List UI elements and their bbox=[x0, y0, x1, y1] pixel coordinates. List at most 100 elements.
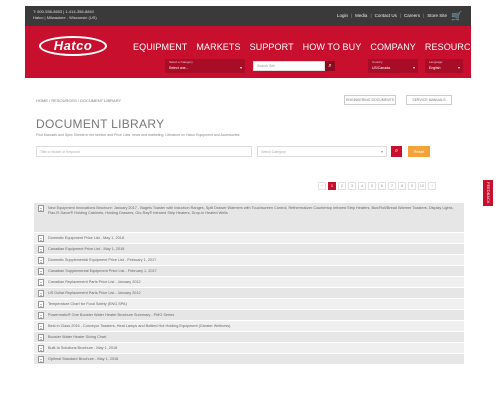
list-item[interactable]: Best in Class 2016 - Conveyor Toasters, … bbox=[34, 321, 464, 332]
search-icon: ⌕ bbox=[394, 148, 399, 154]
nav-resources[interactable]: RESOURCES bbox=[425, 42, 483, 52]
page-2[interactable]: 2 bbox=[338, 182, 346, 190]
document-icon bbox=[38, 356, 44, 363]
breadcrumb[interactable]: HOME / RESOURCES / DOCUMENT LIBRARY bbox=[36, 98, 121, 103]
nav-support[interactable]: SUPPORT bbox=[250, 42, 294, 52]
category-select-label: Select a Category bbox=[169, 60, 193, 64]
nav-markets[interactable]: MARKETS bbox=[196, 42, 240, 52]
document-title[interactable]: Built-In Solutions Brochure - May 1, 201… bbox=[48, 345, 460, 351]
list-item[interactable]: Powermatic® One Booster Water Heater Bro… bbox=[34, 310, 464, 321]
list-item[interactable]: Domestic Supplemental Equipment Price Li… bbox=[34, 255, 464, 266]
feedback-tab[interactable]: FEEDBACK bbox=[483, 180, 493, 206]
list-item[interactable]: Built-In Solutions Brochure - May 1, 201… bbox=[34, 343, 464, 354]
list-item[interactable]: US Dollar Replacement Parts Price List -… bbox=[34, 288, 464, 299]
list-item[interactable]: New Equipment Innovations Brochure: Janu… bbox=[34, 203, 464, 233]
page-3[interactable]: 3 bbox=[348, 182, 356, 190]
nav-equipment[interactable]: EQUIPMENT bbox=[133, 42, 187, 52]
document-icon bbox=[38, 290, 44, 297]
document-title[interactable]: Domestic Equipment Price List - May 1, 2… bbox=[48, 235, 460, 241]
page-6[interactable]: 6 bbox=[378, 182, 386, 190]
utility-links: Login | Media | Contact Us | Careers | Store… bbox=[336, 13, 447, 18]
chevron-down-icon: ▾ bbox=[412, 65, 415, 70]
page-10[interactable]: 10 bbox=[418, 182, 426, 190]
page-title: DOCUMENT LIBRARY bbox=[36, 117, 165, 131]
document-icon bbox=[38, 235, 44, 242]
site-search-input[interactable]: Search Site bbox=[253, 61, 325, 71]
document-icon bbox=[38, 323, 44, 330]
page-5[interactable]: 5 bbox=[368, 182, 376, 190]
nav-how-to-buy[interactable]: HOW TO BUY bbox=[303, 42, 362, 52]
document-title[interactable]: Best in Class 2016 - Conveyor Toasters, … bbox=[48, 323, 460, 329]
service-manuals-button[interactable]: SERVICE MANUALS bbox=[406, 95, 452, 105]
engineering-documents-button[interactable]: ENGINEERING DOCUMENTS bbox=[344, 95, 396, 105]
document-title[interactable]: Temperature Chart for Food Safety (ENG,S… bbox=[48, 301, 460, 307]
top-utility-bar: T: 800-558-8653 | 1-414-358-8840 Hatco |… bbox=[25, 6, 471, 26]
language-select-label: Language bbox=[429, 60, 443, 64]
page-8[interactable]: 8 bbox=[398, 182, 406, 190]
contact-line: Hatco | Milwaukee - Wisconsin (US) bbox=[33, 15, 97, 20]
language-select-value: English bbox=[429, 66, 441, 70]
document-icon bbox=[38, 312, 44, 319]
nav-company[interactable]: COMPANY bbox=[370, 42, 416, 52]
language-select[interactable]: Language English ▾ bbox=[425, 59, 463, 73]
document-title[interactable]: Powermatic® One Booster Water Heater Bro… bbox=[48, 312, 460, 318]
careers-link[interactable]: Careers bbox=[404, 13, 420, 18]
document-icon bbox=[38, 301, 44, 308]
cart-icon[interactable]: 🛒 bbox=[451, 11, 463, 21]
document-icon bbox=[38, 246, 44, 253]
chevron-down-icon: ▾ bbox=[457, 65, 460, 70]
pagination: ‹ 1 2 3 4 5 6 7 8 9 10 › bbox=[318, 182, 436, 190]
keyword-placeholder: Title or Model or Keyword bbox=[40, 150, 80, 154]
page-description: Find Manuals and Spec Sheets in the sect… bbox=[36, 133, 241, 137]
search-icon: ⌕ bbox=[328, 63, 332, 69]
category-filter-placeholder: Select Category bbox=[261, 150, 286, 154]
media-link[interactable]: Media bbox=[355, 13, 367, 18]
search-placeholder: Search Site bbox=[257, 64, 276, 68]
search-button[interactable]: ⌕ bbox=[325, 61, 335, 71]
document-title[interactable]: US Dollar Replacement Parts Price List -… bbox=[48, 290, 460, 296]
filter-search-button[interactable]: ⌕ bbox=[391, 146, 402, 157]
category-filter-select[interactable]: Select Category ▾ bbox=[257, 146, 387, 157]
list-item[interactable]: Domestic Equipment Price List - May 1, 2… bbox=[34, 233, 464, 244]
document-title[interactable]: New Equipment Innovations Brochure: Janu… bbox=[48, 205, 460, 216]
keyword-search-input[interactable]: Title or Model or Keyword bbox=[36, 146, 252, 157]
document-title[interactable]: Canadian Equipment Price List - May 1, 2… bbox=[48, 246, 460, 252]
page-4[interactable]: 4 bbox=[358, 182, 366, 190]
chevron-down-icon: ▾ bbox=[380, 149, 383, 154]
country-select-value: US/Canada bbox=[372, 66, 391, 70]
list-item[interactable]: Temperature Chart for Food Safety (ENG,S… bbox=[34, 299, 464, 310]
category-select-value: Select one... bbox=[169, 66, 189, 70]
document-icon bbox=[38, 334, 44, 341]
page-next[interactable]: › bbox=[428, 182, 436, 190]
document-title[interactable]: Booster Water Heater Sizing Chart bbox=[48, 334, 460, 340]
main-nav: EQUIPMENT MARKETS SUPPORT HOW TO BUY COM… bbox=[133, 42, 483, 52]
document-title[interactable]: Canadian Replacement Parts Price List - … bbox=[48, 279, 460, 285]
contact-info: T: 800-558-8653 | 1-414-358-8840 Hatco |… bbox=[33, 9, 97, 21]
list-item[interactable]: Canadian Supplemental Equipment Price Li… bbox=[34, 266, 464, 277]
main-header: Hatco EQUIPMENT MARKETS SUPPORT HOW TO B… bbox=[25, 26, 483, 78]
store-site-link[interactable]: Store Site bbox=[427, 13, 447, 18]
document-title[interactable]: Optimal Standard Brochure - May 1, 2018 bbox=[48, 356, 460, 362]
page-1[interactable]: 1 bbox=[328, 182, 336, 190]
list-item[interactable]: Canadian Equipment Price List - May 1, 2… bbox=[34, 244, 464, 255]
document-title[interactable]: Domestic Supplemental Equipment Price Li… bbox=[48, 257, 460, 263]
document-icon bbox=[38, 257, 44, 264]
login-link[interactable]: Login bbox=[337, 13, 348, 18]
country-select[interactable]: Country US/Canada ▾ bbox=[368, 59, 418, 73]
document-list: New Equipment Innovations Brochure: Janu… bbox=[34, 203, 464, 365]
document-icon bbox=[38, 279, 44, 286]
list-item[interactable]: Optimal Standard Brochure - May 1, 2018 bbox=[34, 354, 464, 365]
document-icon bbox=[38, 268, 44, 275]
document-title[interactable]: Canadian Supplemental Equipment Price Li… bbox=[48, 268, 460, 274]
page-prev[interactable]: ‹ bbox=[318, 182, 326, 190]
page-7[interactable]: 7 bbox=[388, 182, 396, 190]
page-9[interactable]: 9 bbox=[408, 182, 416, 190]
contact-us-link[interactable]: Contact Us bbox=[375, 13, 397, 18]
list-item[interactable]: Booster Water Heater Sizing Chart bbox=[34, 332, 464, 343]
list-item[interactable]: Canadian Replacement Parts Price List - … bbox=[34, 277, 464, 288]
chevron-down-icon: ▾ bbox=[239, 65, 242, 70]
hatco-logo[interactable]: Hatco bbox=[39, 36, 107, 56]
reset-button[interactable]: Reset bbox=[408, 146, 430, 157]
category-select[interactable]: Select a Category Select one... ▾ bbox=[165, 59, 245, 73]
document-icon bbox=[38, 205, 44, 212]
